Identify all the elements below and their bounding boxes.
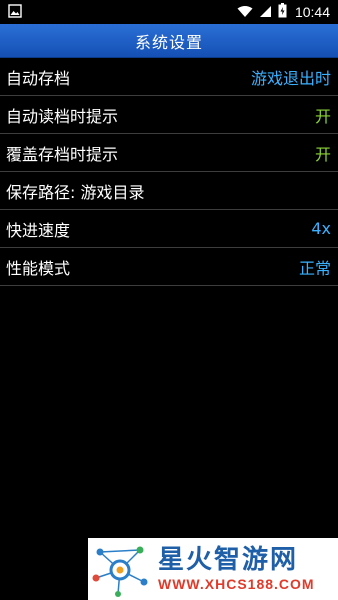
watermark-text: 星火智游网 WWW.XHCS188.COM xyxy=(152,545,315,593)
signal-icon xyxy=(259,3,272,22)
wifi-icon xyxy=(237,3,253,22)
watermark: 星火智游网 WWW.XHCS188.COM xyxy=(88,538,338,600)
setting-label: 自动读档时提示 xyxy=(6,106,119,126)
image-icon xyxy=(8,3,22,22)
setting-overwrite-prompt[interactable]: 覆盖存档时提示 开 xyxy=(0,134,338,172)
setting-auto-load-prompt[interactable]: 自动读档时提示 开 xyxy=(0,96,338,134)
setting-label: 覆盖存档时提示 xyxy=(6,144,119,164)
status-bar-left xyxy=(8,3,22,22)
setting-value: 开 xyxy=(314,106,331,126)
setting-auto-save[interactable]: 自动存档 游戏退出时 xyxy=(0,58,338,96)
setting-save-path[interactable]: 保存路径: 游戏目录 xyxy=(0,172,338,210)
setting-fast-forward-speed[interactable]: 快进速度 4x xyxy=(0,210,338,248)
network-logo-icon xyxy=(88,538,152,600)
setting-label: 性能模式 xyxy=(6,258,71,278)
page-title: 系统设置 xyxy=(134,32,203,52)
settings-list: 自动存档 游戏退出时 自动读档时提示 开 覆盖存档时提示 开 保存路径: 游戏目… xyxy=(0,58,338,286)
status-time: 10:44 xyxy=(294,4,330,20)
battery-icon xyxy=(278,2,287,22)
setting-label: 快进速度 xyxy=(6,220,71,240)
setting-value: 开 xyxy=(314,144,331,164)
status-bar-right: 10:44 xyxy=(237,2,330,22)
setting-performance-mode[interactable]: 性能模式 正常 xyxy=(0,248,338,286)
watermark-url: WWW.XHCS188.COM xyxy=(158,576,315,592)
setting-label: 保存路径: 游戏目录 xyxy=(6,182,145,202)
setting-value: 游戏退出时 xyxy=(250,68,331,88)
setting-value: 4x xyxy=(311,219,331,238)
title-bar: 系统设置 xyxy=(0,24,338,58)
watermark-name: 星火智游网 xyxy=(158,545,299,575)
status-bar: 10:44 xyxy=(0,0,338,24)
setting-label: 自动存档 xyxy=(6,68,71,88)
setting-value: 正常 xyxy=(298,258,331,278)
